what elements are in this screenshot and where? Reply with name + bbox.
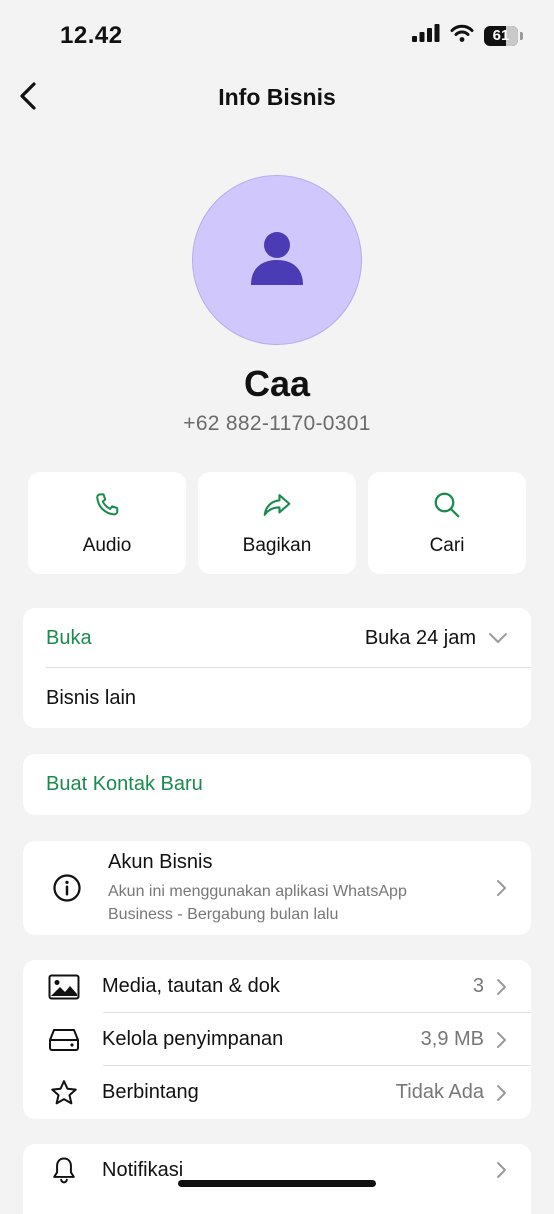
share-button[interactable]: Bagikan <box>198 472 356 574</box>
chevron-down-icon <box>488 632 508 644</box>
action-buttons: Audio Bagikan Cari <box>28 472 526 574</box>
business-account-row[interactable]: Akun Bisnis Akun ini menggunakan aplikas… <box>23 841 531 935</box>
phone-icon <box>92 490 122 525</box>
status-time: 12.42 <box>60 22 123 49</box>
hours-row[interactable]: Buka Buka 24 jam <box>23 608 531 668</box>
battery-icon: 61 <box>484 25 523 46</box>
contact-phone: +62 882-1170-0301 <box>183 412 371 435</box>
chevron-right-icon <box>496 1031 508 1049</box>
person-icon <box>247 228 307 293</box>
page-title: Info Bisnis <box>218 84 336 110</box>
storage-size: 3,9 MB <box>420 1028 484 1050</box>
new-contact-label: Buat Kontak Baru <box>46 773 203 795</box>
audio-call-button[interactable]: Audio <box>28 472 186 574</box>
starred-label: Berbintang <box>102 1081 199 1103</box>
search-button[interactable]: Cari <box>368 472 526 574</box>
other-business-label: Bisnis lain <box>46 686 137 709</box>
chevron-right-icon <box>496 978 508 996</box>
search-icon <box>432 490 462 525</box>
status-icons: 61 <box>412 24 523 47</box>
wifi-icon <box>450 24 474 47</box>
new-contact-card: Buat Kontak Baru <box>23 754 531 815</box>
notifications-label: Notifikasi <box>102 1158 184 1181</box>
contact-name: Caa <box>243 363 311 404</box>
starred-value: Tidak Ada <box>395 1081 484 1103</box>
notifications-card: Notifikasi <box>23 1144 531 1214</box>
business-account-title: Akun Bisnis <box>108 850 213 873</box>
new-contact-button[interactable]: Buat Kontak Baru <box>23 754 531 815</box>
bell-icon <box>46 1155 82 1185</box>
signal-icon <box>412 24 440 47</box>
audio-label: Audio <box>82 534 132 556</box>
business-account-subtitle: Akun ini menggunakan aplikasi WhatsApp B… <box>108 882 407 923</box>
storage-icon <box>46 1028 82 1052</box>
hours-status: Buka <box>46 626 92 649</box>
business-hours-card: Buka Buka 24 jam Bisnis lain <box>23 608 531 728</box>
share-label: Bagikan <box>242 534 312 556</box>
other-business-row[interactable]: Bisnis lain <box>23 668 531 728</box>
chevron-right-icon <box>496 879 508 897</box>
info-icon <box>49 873 85 903</box>
battery-level: 61 <box>492 27 510 44</box>
manage-storage-row[interactable]: Kelola penyimpanan 3,9 MB <box>23 1013 531 1066</box>
home-indicator[interactable] <box>178 1180 376 1187</box>
media-count: 3 <box>472 975 484 997</box>
media-links-docs-row[interactable]: Media, tautan & dok 3 <box>23 960 531 1013</box>
hours-value: Buka 24 jam <box>364 626 476 649</box>
business-account-text: Akun Bisnis Akun ini menggunakan aplikas… <box>108 851 484 926</box>
search-label: Cari <box>429 534 465 556</box>
image-icon <box>46 974 82 1000</box>
media-links-docs-label: Media, tautan & dok <box>102 975 280 997</box>
manage-storage-label: Kelola penyimpanan <box>102 1028 284 1050</box>
share-icon <box>261 490 293 525</box>
business-account-card: Akun Bisnis Akun ini menggunakan aplikas… <box>23 841 531 935</box>
starred-row[interactable]: Berbintang Tidak Ada <box>23 1066 531 1119</box>
nav-bar: Info Bisnis <box>0 72 554 126</box>
star-icon <box>46 1078 82 1108</box>
chevron-right-icon <box>496 1084 508 1102</box>
status-bar: 12.42 61 <box>0 0 554 70</box>
chevron-right-icon <box>496 1161 508 1179</box>
media-section-card: Media, tautan & dok 3 Kelola penyimpanan… <box>23 960 531 1119</box>
notifications-row[interactable]: Notifikasi <box>23 1144 531 1196</box>
avatar[interactable] <box>192 175 362 345</box>
